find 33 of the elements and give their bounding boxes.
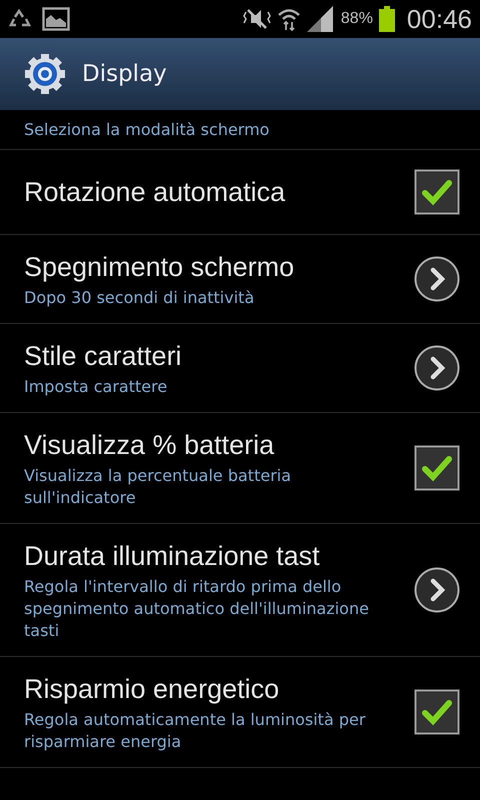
setting-summary: Imposta carattere — [24, 376, 168, 398]
checkbox[interactable] — [414, 689, 460, 735]
image-icon — [42, 7, 70, 31]
setting-title: Durata illuminazione tast — [24, 540, 321, 573]
chevron-right-icon[interactable] — [414, 256, 460, 302]
settings-item[interactable]: Risparmio energetico Regola automaticamente la luminosità per risparmiare energia — [0, 657, 480, 768]
settings-item[interactable]: Durata illuminazione tast Regola l'intervallo di ritardo prima dello spegnimento automatico dell'illuminazione tasti — [0, 524, 480, 657]
mute-icon — [242, 8, 271, 30]
chevron-right-icon[interactable] — [414, 345, 460, 391]
setting-summary: Visualizza la percentuale batteria sull'indicatore — [24, 465, 292, 509]
settings-icon — [24, 53, 66, 95]
checkbox[interactable] — [414, 169, 460, 215]
preference-summary: Seleziona la modalità schermo — [0, 110, 480, 150]
settings-item[interactable]: Rotazione automatica — [0, 150, 480, 235]
checkbox[interactable] — [414, 445, 460, 491]
clock: 00:46 — [406, 4, 472, 34]
setting-title: Visualizza % batteria — [24, 429, 276, 462]
setting-summary: Regola l'intervallo di ritardo prima dello spegnimento automatico dell'illuminazione tasti — [24, 576, 370, 642]
settings-item[interactable]: Stile caratteri Imposta carattere — [0, 324, 480, 413]
setting-title: Spegnimento schermo — [24, 251, 294, 284]
battery-percentage: 88% — [340, 10, 373, 28]
settings-item[interactable]: Spegnimento schermo Dopo 30 secondi di inattività — [0, 235, 480, 324]
settings-item[interactable]: Visualizza % batteria Visualizza la percentuale batteria sull'indicatore — [0, 413, 480, 524]
setting-title: Risparmio energetico — [24, 673, 280, 706]
signal-icon — [306, 6, 335, 32]
battery-icon — [378, 6, 395, 32]
setting-title: Stile caratteri — [24, 340, 182, 373]
setting-summary: Regola automaticamente la luminosità per risparmiare energia — [24, 709, 366, 753]
wifi-icon — [276, 7, 301, 31]
chevron-right-icon[interactable] — [414, 567, 460, 613]
screen-title: Display — [82, 61, 167, 87]
setting-title: Rotazione automatica — [24, 176, 286, 209]
setting-summary: Dopo 30 secondi di inattività — [24, 287, 256, 309]
